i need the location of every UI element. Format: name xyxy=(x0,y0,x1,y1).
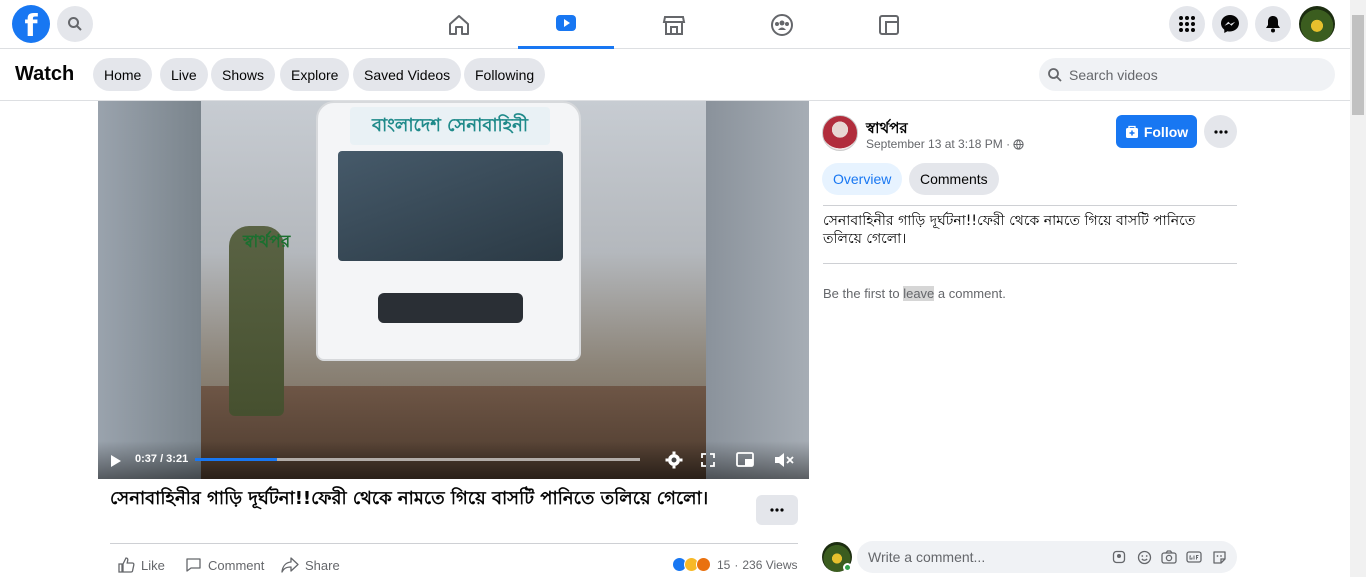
video-title: সেনাবাহিনীর গাড়ি দূর্ঘটনা!!ফেরী থেকে না… xyxy=(110,488,709,509)
tab-home[interactable] xyxy=(411,0,507,49)
tab-watch[interactable] xyxy=(518,0,614,49)
gif-icon[interactable] xyxy=(1186,549,1202,565)
menu-button[interactable] xyxy=(1169,6,1205,42)
post-more-button[interactable] xyxy=(1204,115,1237,148)
video-controls: 0:37 / 3:21 xyxy=(98,441,809,479)
video-more-button[interactable] xyxy=(756,495,798,525)
post-text: সেনাবাহিনীর গাড়ি দূর্ঘটনা!!ফেরী থেকে না… xyxy=(823,213,1196,247)
divider xyxy=(110,543,798,544)
video-time: 0:37 / 3:21 xyxy=(135,453,189,465)
fullscreen-icon[interactable] xyxy=(701,453,715,467)
tab-gaming[interactable] xyxy=(841,0,937,49)
bell-icon xyxy=(1266,16,1280,33)
top-navbar: f xyxy=(0,0,1350,49)
comment-input[interactable] xyxy=(868,549,1098,565)
search-input[interactable] xyxy=(1069,66,1309,83)
video-progress[interactable] xyxy=(195,458,640,461)
bus-windshield xyxy=(338,151,563,261)
post-meta: September 13 at 3:18 PM · xyxy=(866,137,1024,151)
pill-saved-videos[interactable]: Saved Videos xyxy=(353,58,462,91)
tab-comments[interactable]: Comments xyxy=(909,163,999,195)
play-icon[interactable] xyxy=(110,454,122,468)
share-label: Share xyxy=(305,557,340,573)
page-avatar[interactable] xyxy=(822,115,858,151)
grid-menu-icon xyxy=(1179,16,1195,32)
bus: বাংলাদেশ সেনাবাহিনী xyxy=(316,101,581,361)
share-icon xyxy=(281,557,299,573)
emoji-icon[interactable] xyxy=(1136,549,1152,565)
video-player[interactable]: বাংলাদেশ সেনাবাহিনী স্বার্থপর 0:37 / 3:2… xyxy=(98,101,809,479)
pill-home[interactable]: Home xyxy=(93,58,153,91)
pill-live[interactable]: Live xyxy=(160,58,208,91)
tab-groups[interactable] xyxy=(734,0,830,49)
search-icon xyxy=(1048,67,1062,82)
share-button[interactable]: Share xyxy=(281,557,340,573)
empty-comments-suffix: a comment. xyxy=(934,286,1006,301)
comment-label: Comment xyxy=(208,557,265,573)
comment-button[interactable]: Comment xyxy=(185,557,264,573)
tab-overview[interactable]: Overview xyxy=(822,163,903,195)
progress-fill xyxy=(195,458,278,461)
search-button[interactable] xyxy=(57,6,93,42)
tab-marketplace[interactable] xyxy=(626,0,722,49)
comment-composer[interactable] xyxy=(857,541,1237,573)
divider xyxy=(823,263,1237,264)
search-icon xyxy=(68,17,82,31)
separator-dot: · xyxy=(734,557,739,572)
follow-button[interactable]: Follow xyxy=(1116,115,1197,148)
follow-label: Follow xyxy=(1143,123,1189,140)
empty-comments-prefix: Be the first to xyxy=(823,286,904,301)
like-label: Like xyxy=(141,557,165,573)
avatar-sticker-icon[interactable] xyxy=(1111,549,1127,565)
camera-icon[interactable] xyxy=(1161,549,1177,565)
view-count: 236 Views xyxy=(742,557,798,572)
online-status-indicator xyxy=(843,563,852,572)
pill-following[interactable]: Following xyxy=(464,58,546,91)
globe-icon xyxy=(1013,138,1024,150)
groups-icon xyxy=(771,13,793,36)
facebook-logo[interactable]: f xyxy=(12,5,50,43)
sticker-icon[interactable] xyxy=(1211,549,1227,565)
post-date[interactable]: September 13 at 3:18 PM · xyxy=(866,137,1010,151)
account-avatar[interactable] xyxy=(1299,6,1335,42)
video-blur-left xyxy=(98,101,201,479)
notifications-button[interactable] xyxy=(1255,6,1291,42)
video-frame: বাংলাদেশ সেনাবাহিনী স্বার্থপর xyxy=(201,101,706,479)
marketplace-icon xyxy=(662,15,686,35)
bus-grill xyxy=(378,293,523,323)
angry-reaction-icon xyxy=(696,557,711,572)
comment-icon xyxy=(186,558,201,572)
reactions-summary[interactable]: 15 · 236 Views xyxy=(672,557,798,572)
reaction-count: 15 xyxy=(717,557,731,572)
muted-speaker-icon[interactable] xyxy=(774,452,794,468)
empty-comments-highlight: leave xyxy=(903,286,935,301)
messenger-icon xyxy=(1221,15,1239,33)
more-dots-icon xyxy=(770,508,784,512)
like-icon xyxy=(118,557,135,573)
messenger-button[interactable] xyxy=(1212,6,1248,42)
like-button[interactable]: Like xyxy=(118,557,165,573)
empty-comments-message: Be the first to leave a comment. xyxy=(823,286,1006,301)
bus-sign: বাংলাদেশ সেনাবাহিনী xyxy=(350,107,550,145)
video-watermark: স্বার্থপর xyxy=(243,232,291,252)
miniplayer-icon[interactable] xyxy=(736,452,754,468)
watch-header: Watch Home Live Shows Explore Saved Vide… xyxy=(0,49,1350,101)
gaming-icon xyxy=(879,14,899,35)
pill-explore[interactable]: Explore xyxy=(280,58,350,91)
scrollbar-thumb[interactable] xyxy=(1352,15,1364,115)
search-videos[interactable] xyxy=(1039,58,1335,91)
settings-icon[interactable] xyxy=(665,451,683,469)
divider xyxy=(823,205,1237,206)
page-title: Watch xyxy=(15,63,75,85)
video-blur-right xyxy=(706,101,809,479)
comment-tools xyxy=(1111,549,1227,565)
more-dots-icon xyxy=(1213,129,1228,134)
page-scrollbar[interactable] xyxy=(1350,0,1366,577)
watch-icon xyxy=(556,15,576,31)
follow-page-icon xyxy=(1125,125,1138,138)
home-icon xyxy=(449,14,469,35)
pill-shows[interactable]: Shows xyxy=(211,58,276,91)
